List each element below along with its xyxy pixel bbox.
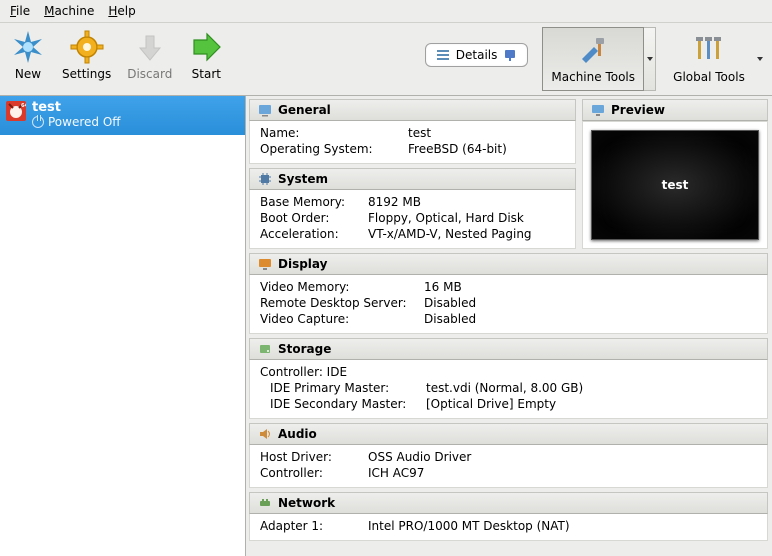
- section-preview-title: Preview: [611, 103, 665, 117]
- section-network-header[interactable]: Network: [249, 492, 768, 514]
- display-vmem-key: Video Memory:: [260, 280, 416, 294]
- preview-frame: test: [582, 121, 768, 249]
- power-off-icon: [32, 116, 44, 128]
- section-system-header[interactable]: System: [249, 168, 576, 190]
- settings-button[interactable]: Settings: [58, 27, 115, 83]
- section-display-title: Display: [278, 257, 327, 271]
- audio-hd-val: OSS Audio Driver: [368, 450, 471, 464]
- display-rds-key: Remote Desktop Server:: [260, 296, 416, 310]
- vm-list-item[interactable]: 64 test Powered Off: [0, 96, 245, 135]
- section-general-title: General: [278, 103, 331, 117]
- menubar: File Machine Help: [0, 0, 772, 23]
- global-tools-label: Global Tools: [673, 70, 745, 84]
- main-area: 64 test Powered Off General Name: test: [0, 96, 772, 556]
- general-name-val: test: [408, 126, 431, 140]
- new-label: New: [15, 67, 41, 81]
- vm-state: Powered Off: [32, 115, 121, 129]
- display-icon: [258, 257, 272, 271]
- system-boot-key: Boot Order:: [260, 211, 360, 225]
- details-pane[interactable]: General Name: test Operating System: FreeB…: [246, 96, 772, 556]
- network-a1-val: Intel PRO/1000 MT Desktop (NAT): [368, 519, 570, 533]
- section-storage-header[interactable]: Storage: [249, 338, 768, 360]
- start-button[interactable]: Start: [184, 27, 228, 83]
- network-a1-key: Adapter 1:: [260, 519, 360, 533]
- new-button[interactable]: New: [6, 27, 50, 83]
- section-preview-header[interactable]: Preview: [582, 99, 768, 121]
- audio-ctl-key: Controller:: [260, 466, 360, 480]
- section-general-body: Name: test Operating System: FreeBSD (64-b…: [249, 121, 576, 164]
- section-system-title: System: [278, 172, 328, 186]
- start-arrow-icon: [188, 29, 224, 65]
- system-mem-key: Base Memory:: [260, 195, 360, 209]
- section-display-body: Video Memory: 16 MB Remote Desktop Server…: [249, 275, 768, 334]
- section-general-header[interactable]: General: [249, 99, 576, 121]
- menu-machine[interactable]: Machine: [38, 2, 100, 20]
- general-os-key: Operating System:: [260, 142, 400, 156]
- system-accel-key: Acceleration:: [260, 227, 360, 241]
- section-network-body: Adapter 1: Intel PRO/1000 MT Desktop (NAT…: [249, 514, 768, 541]
- pin-icon: [503, 48, 517, 62]
- starburst-new-icon: [10, 29, 46, 65]
- global-tools-button[interactable]: Global Tools: [664, 27, 754, 91]
- details-button[interactable]: Details: [425, 43, 529, 67]
- section-display-header[interactable]: Display: [249, 253, 768, 275]
- display-cap-key: Video Capture:: [260, 312, 416, 326]
- system-mem-val: 8192 MB: [368, 195, 421, 209]
- svg-text:64: 64: [21, 103, 26, 109]
- general-icon: [258, 103, 272, 117]
- general-name-key: Name:: [260, 126, 400, 140]
- section-audio-body: Host Driver: OSS Audio Driver Controller:…: [249, 445, 768, 488]
- network-icon: [258, 496, 272, 510]
- machine-tools-button[interactable]: Machine Tools: [542, 27, 644, 91]
- storage-sm-key: IDE Secondary Master:: [260, 397, 418, 411]
- discard-arrow-icon: [132, 29, 168, 65]
- audio-hd-key: Host Driver:: [260, 450, 360, 464]
- section-audio-header[interactable]: Audio: [249, 423, 768, 445]
- storage-pm-key: IDE Primary Master:: [260, 381, 418, 395]
- discard-label: Discard: [127, 67, 172, 81]
- display-vmem-val: 16 MB: [424, 280, 462, 294]
- menu-help[interactable]: Help: [102, 2, 141, 20]
- discard-button: Discard: [123, 27, 176, 83]
- gear-icon: [69, 29, 105, 65]
- chip-icon: [258, 172, 272, 186]
- freebsd-os-icon: 64: [6, 101, 26, 121]
- global-tools-group: Global Tools: [664, 27, 766, 91]
- section-network-title: Network: [278, 496, 335, 510]
- vm-list[interactable]: 64 test Powered Off: [0, 96, 246, 556]
- monitor-icon: [591, 103, 605, 117]
- section-storage-title: Storage: [278, 342, 331, 356]
- vm-state-label: Powered Off: [48, 115, 121, 129]
- storage-ctrl: Controller: IDE: [260, 365, 400, 379]
- disk-icon: [258, 342, 272, 356]
- machine-tools-dropdown[interactable]: [644, 27, 656, 91]
- vm-name: test: [32, 100, 121, 115]
- general-os-val: FreeBSD (64-bit): [408, 142, 507, 156]
- preview-label: test: [662, 178, 689, 192]
- hammer-wrench-icon: [576, 35, 610, 68]
- details-label: Details: [456, 48, 498, 62]
- machine-tools-group: Machine Tools: [542, 27, 656, 91]
- global-tools-dropdown[interactable]: [754, 27, 766, 91]
- section-storage-body: Controller: IDE IDE Primary Master: test.…: [249, 360, 768, 419]
- tools-icon: [692, 35, 726, 68]
- preview-thumbnail[interactable]: test: [591, 130, 759, 240]
- storage-pm-val: test.vdi (Normal, 8.00 GB): [426, 381, 583, 395]
- display-rds-val: Disabled: [424, 296, 476, 310]
- toolbar: New Settings Discard Start Details: [0, 23, 772, 96]
- storage-sm-val: [Optical Drive] Empty: [426, 397, 556, 411]
- list-icon: [436, 48, 450, 62]
- speaker-icon: [258, 427, 272, 441]
- start-label: Start: [192, 67, 221, 81]
- menu-file[interactable]: File: [4, 2, 36, 20]
- section-audio-title: Audio: [278, 427, 317, 441]
- audio-ctl-val: ICH AC97: [368, 466, 424, 480]
- system-boot-val: Floppy, Optical, Hard Disk: [368, 211, 524, 225]
- system-accel-val: VT-x/AMD-V, Nested Paging: [368, 227, 532, 241]
- machine-tools-label: Machine Tools: [551, 70, 635, 84]
- display-cap-val: Disabled: [424, 312, 476, 326]
- settings-label: Settings: [62, 67, 111, 81]
- section-system-body: Base Memory: 8192 MB Boot Order: Floppy, O…: [249, 190, 576, 249]
